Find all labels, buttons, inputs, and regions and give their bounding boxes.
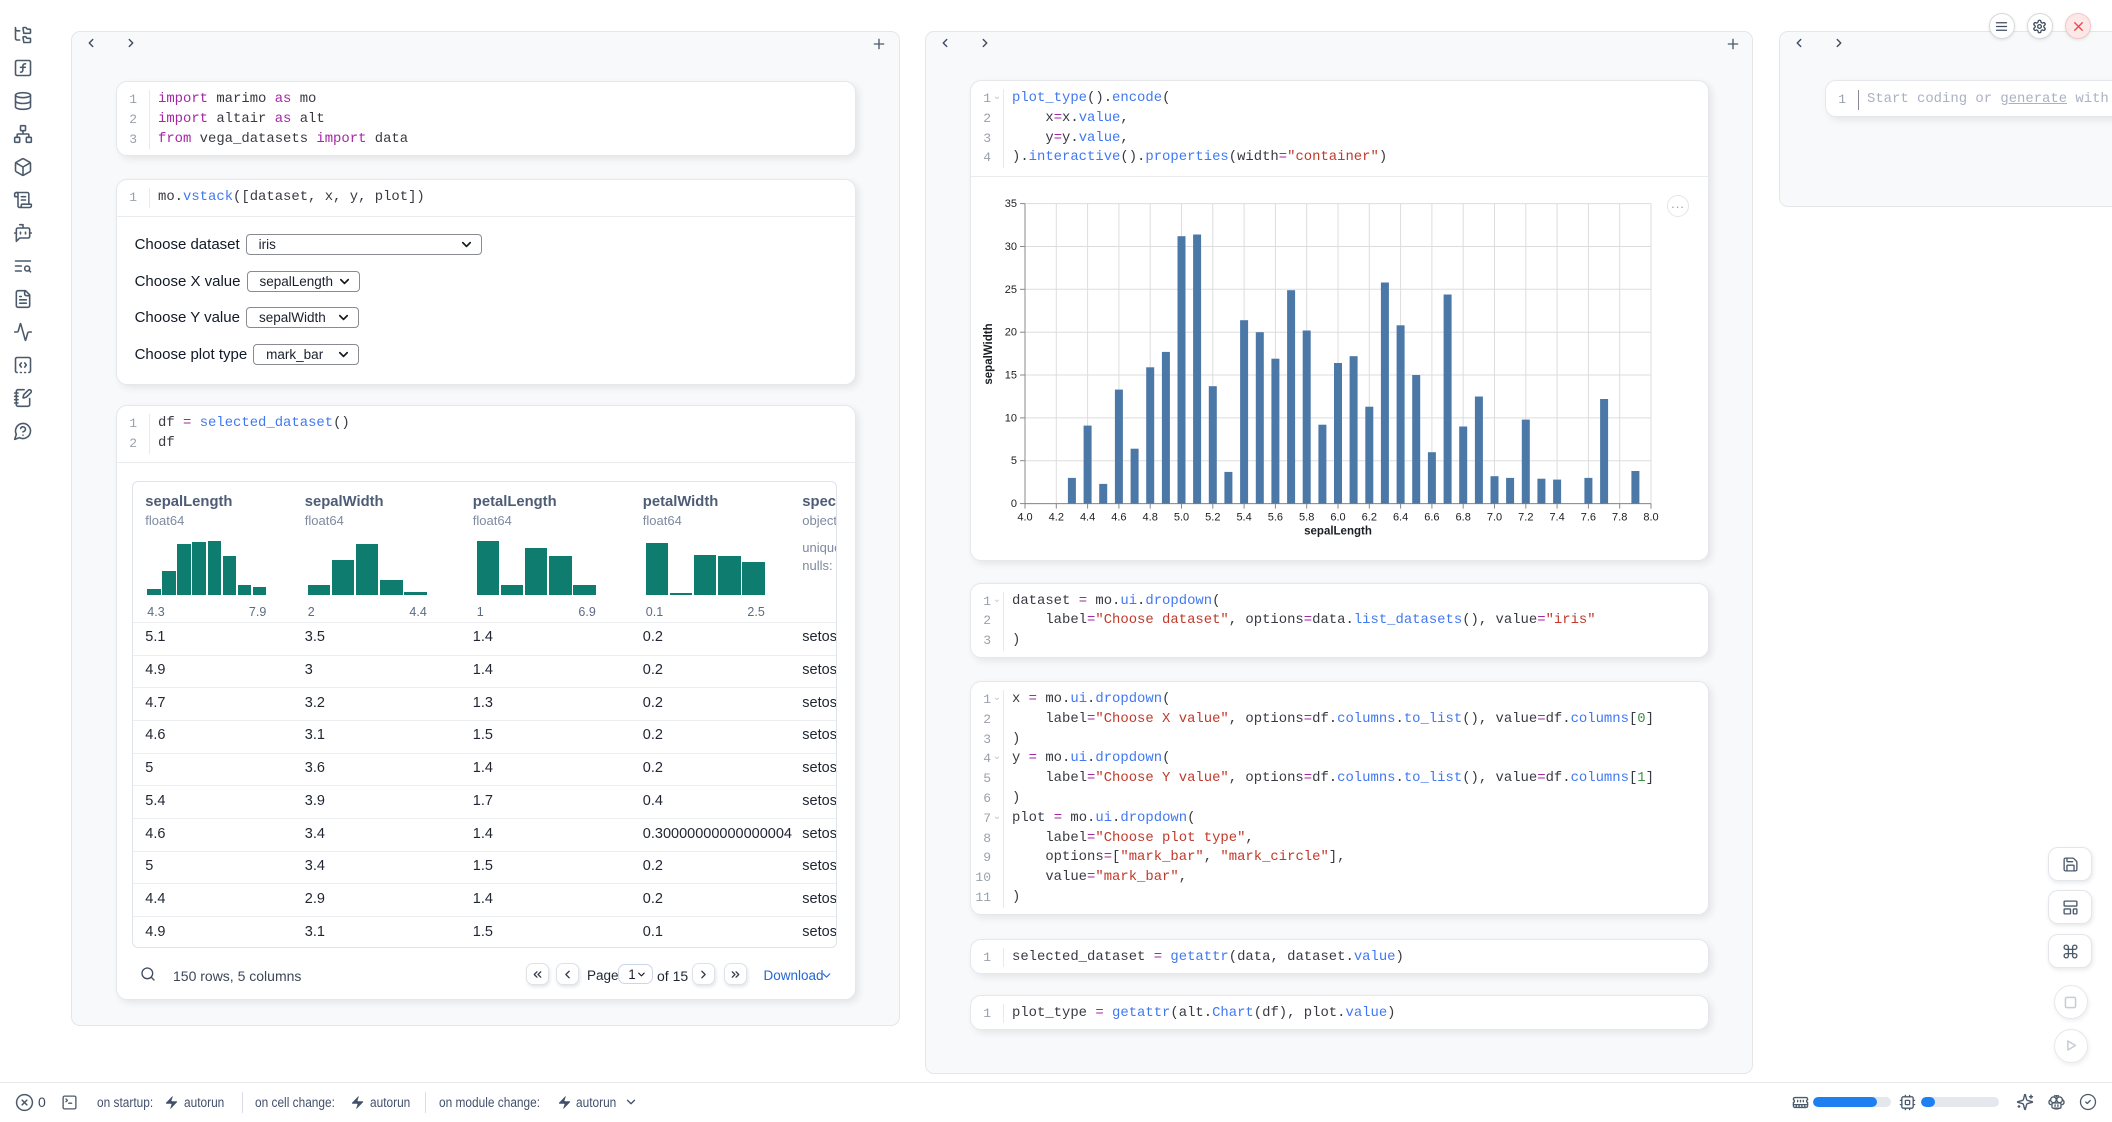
svg-text:7.4: 7.4	[1549, 511, 1564, 523]
svg-text:25: 25	[1005, 283, 1017, 295]
svg-text:15: 15	[1005, 369, 1017, 381]
svg-text:6.2: 6.2	[1362, 511, 1377, 523]
svg-text:5.4: 5.4	[1236, 511, 1251, 523]
svg-text:7.6: 7.6	[1581, 511, 1596, 523]
svg-text:6.4: 6.4	[1393, 511, 1408, 523]
svg-text:0: 0	[1011, 498, 1017, 510]
svg-text:7.8: 7.8	[1612, 511, 1627, 523]
svg-text:4.8: 4.8	[1143, 511, 1158, 523]
svg-text:5.6: 5.6	[1268, 511, 1283, 523]
svg-text:4.0: 4.0	[1017, 511, 1032, 523]
svg-text:6.0: 6.0	[1330, 511, 1345, 523]
svg-text:7.0: 7.0	[1487, 511, 1502, 523]
svg-text:6.8: 6.8	[1456, 511, 1471, 523]
svg-text:4.6: 4.6	[1111, 511, 1126, 523]
svg-text:sepalLength: sepalLength	[1304, 525, 1372, 537]
svg-text:10: 10	[1005, 412, 1017, 424]
svg-text:5.0: 5.0	[1174, 511, 1189, 523]
svg-text:7.2: 7.2	[1518, 511, 1533, 523]
svg-text:4.2: 4.2	[1049, 511, 1064, 523]
svg-text:5: 5	[1011, 455, 1017, 467]
svg-text:6.6: 6.6	[1424, 511, 1439, 523]
svg-text:35: 35	[1005, 198, 1017, 210]
svg-text:20: 20	[1005, 326, 1017, 338]
svg-text:sepalWidth: sepalWidth	[983, 323, 995, 384]
svg-text:5.8: 5.8	[1299, 511, 1314, 523]
svg-text:4.4: 4.4	[1080, 511, 1095, 523]
svg-text:5.2: 5.2	[1205, 511, 1220, 523]
svg-text:8.0: 8.0	[1643, 511, 1658, 523]
svg-text:30: 30	[1005, 241, 1017, 253]
